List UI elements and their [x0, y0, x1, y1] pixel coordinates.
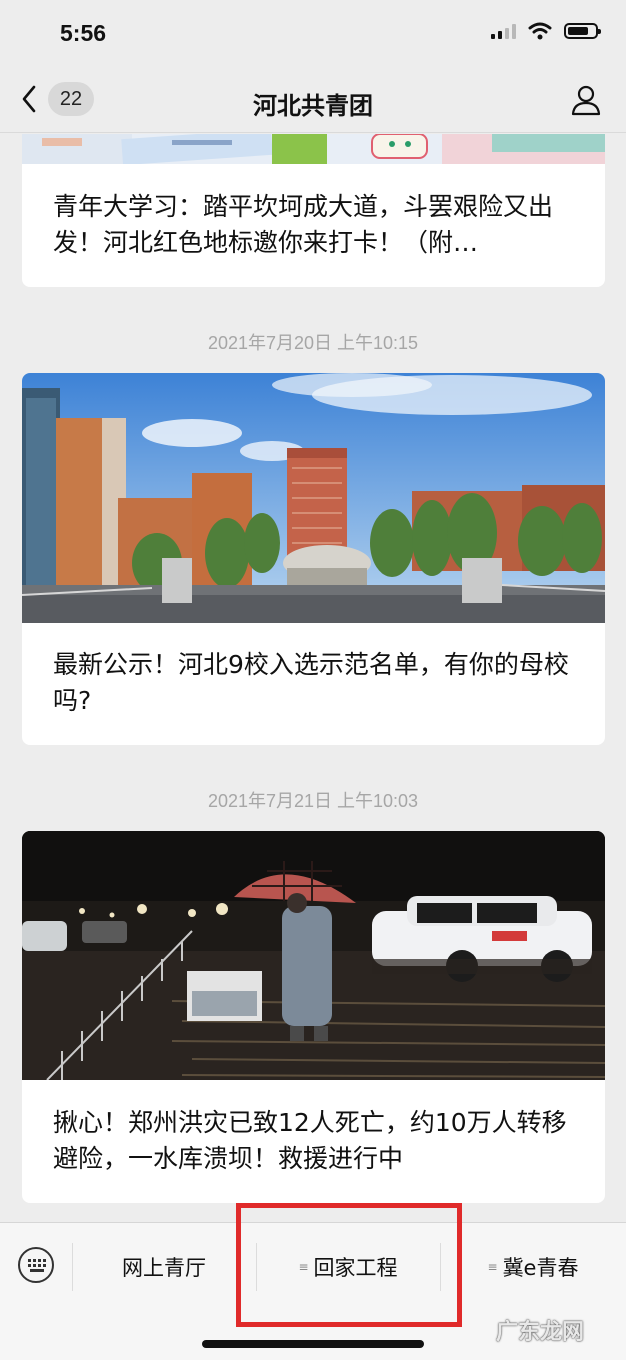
article-title: 最新公示！河北9校入选示范名单，有你的母校吗?: [53, 650, 569, 715]
article-title: 揪心！郑州洪灾已致12人死亡，约10万人转移避险，一水库溃坝！救援进行中: [53, 1108, 567, 1173]
article-image: [22, 831, 605, 1080]
timestamp: 2021年7月21日 上午10:03: [207, 791, 419, 811]
person-icon: [571, 85, 601, 116]
nav-bar: 22 河北共青团: [0, 70, 626, 133]
status-bar: 5:56: [0, 0, 626, 70]
article-image: [22, 373, 605, 623]
menu-item-hebei-youth[interactable]: ≡ 冀e青春: [440, 1251, 626, 1283]
highlight-annotation: [236, 1203, 462, 1327]
article-card-3[interactable]: 揪心！郑州洪灾已致12人死亡，约10万人转移避险，一水库溃坝！救援进行中: [22, 831, 605, 1203]
keyboard-icon: [28, 1259, 46, 1272]
article-title: 青年大学习：踏平坎坷成大道，斗罢艰险又出发！河北红色地标邀你来打卡！（附…: [53, 192, 554, 257]
status-icons: [491, 22, 601, 40]
menu-item-online-hall[interactable]: 网上青厅: [72, 1251, 256, 1283]
cellular-signal-icon: [491, 23, 516, 39]
wifi-icon: [528, 22, 552, 40]
home-indicator[interactable]: [202, 1340, 424, 1348]
submenu-icon: ≡: [487, 1260, 498, 1274]
page-title: 河北共青团: [253, 92, 373, 120]
status-time: 5:56: [60, 20, 107, 46]
keyboard-toggle-button[interactable]: [18, 1247, 54, 1283]
timestamp: 2021年7月20日 上午10:15: [207, 333, 419, 353]
watermark: 广东龙网: [496, 1320, 585, 1345]
profile-button[interactable]: [570, 84, 602, 120]
menu-item-label: 网上青厅: [122, 1256, 206, 1280]
menu-item-label: 冀e青春: [502, 1256, 579, 1280]
battery-icon: [564, 23, 601, 39]
article-image: [22, 134, 605, 164]
article-card-2[interactable]: 最新公示！河北9校入选示范名单，有你的母校吗?: [22, 373, 605, 745]
article-card-1[interactable]: 青年大学习：踏平坎坷成大道，斗罢艰险又出发！河北红色地标邀你来打卡！（附…: [22, 134, 605, 287]
